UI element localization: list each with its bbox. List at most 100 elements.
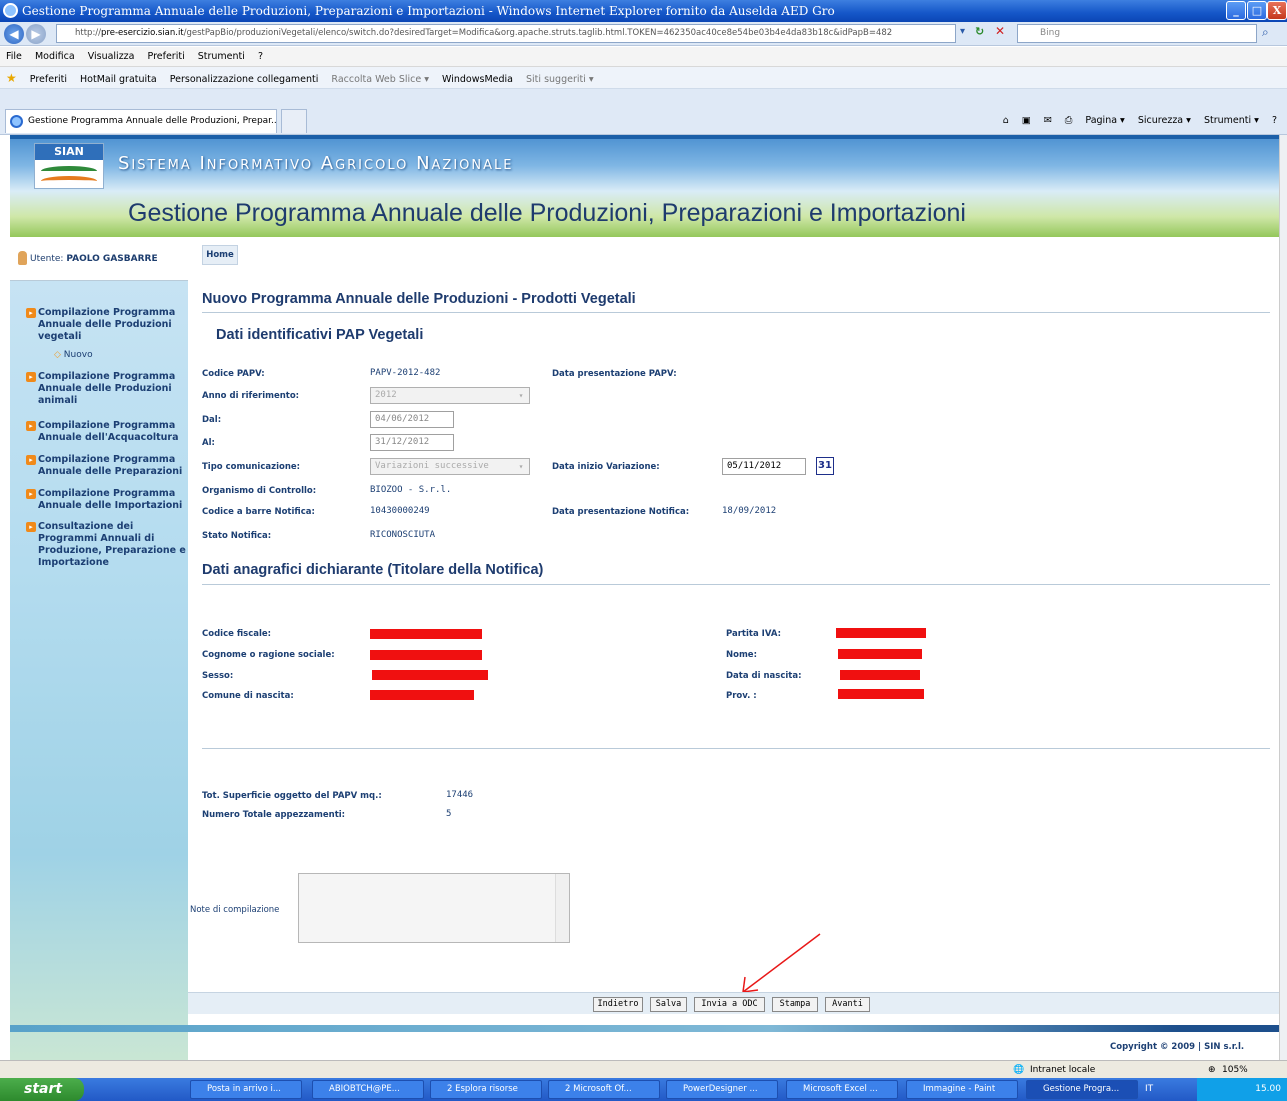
user-box: Utente: PAOLO GASBARRE xyxy=(10,237,188,281)
task-office[interactable]: 2 Microsoft Of... xyxy=(548,1080,660,1099)
start-button[interactable]: start xyxy=(0,1078,84,1101)
help-icon[interactable]: ? xyxy=(1272,115,1277,126)
page-content: SIAN Sistema Informativo Agricolo Nazion… xyxy=(10,135,1279,1060)
favorites-button[interactable]: Preferiti xyxy=(30,74,67,85)
stampa-button[interactable]: Stampa xyxy=(772,997,818,1012)
page-scrollbar[interactable] xyxy=(1279,135,1287,1060)
redaction xyxy=(838,649,922,659)
salva-button[interactable]: Salva xyxy=(650,997,687,1012)
sidebar-item-vegetali[interactable]: ▸ Compilazione Programma Annuale delle Pr… xyxy=(26,307,186,343)
task-powerdesigner[interactable]: PowerDesigner ... xyxy=(666,1080,778,1099)
fav-personalizzazione[interactable]: Personalizzazione collegamenti xyxy=(170,74,319,85)
address-path: /gestPapBio/produzioniVegetali/elenco/sw… xyxy=(183,28,893,38)
task-esplora[interactable]: 2 Esplora risorse xyxy=(430,1080,542,1099)
data-notifica-label: Data presentazione Notifica: xyxy=(552,507,690,517)
feeds-icon[interactable]: ▣ xyxy=(1022,115,1031,126)
task-paint[interactable]: Immagine - Paint xyxy=(906,1080,1018,1099)
address-bar[interactable]: http://pre-esercizio.sian.it/gestPapBio/… xyxy=(56,24,956,43)
favorites-star-icon[interactable]: ★ xyxy=(6,71,17,85)
sidebar-item-preparazioni[interactable]: ▸ Compilazione Programma Annuale delle Pr… xyxy=(26,454,186,478)
arrow-icon: ▸ xyxy=(26,522,36,532)
data-nascita-label: Data di nascita: xyxy=(726,671,802,681)
menu-file[interactable]: File xyxy=(6,51,22,62)
zoom-level[interactable]: 105% xyxy=(1222,1061,1248,1079)
sidebar-item-consultazione[interactable]: ▸ Consultazione dei Programmi Annuali di … xyxy=(26,521,186,569)
section-identificativi: Dati identificativi PAP Vegetali xyxy=(216,327,424,343)
calendar-icon[interactable]: 31 xyxy=(816,457,834,475)
sidebar-item-acquacoltura[interactable]: ▸ Compilazione Programma Annuale dell'Acq… xyxy=(26,420,186,444)
appezzamenti-label: Numero Totale appezzamenti: xyxy=(202,810,346,820)
new-tab-button[interactable] xyxy=(281,109,307,133)
home-icon[interactable]: ⌂ xyxy=(1003,115,1009,126)
anno-select[interactable]: 2012 ▾ xyxy=(370,387,530,404)
address-host: pre-esercizio.sian.it xyxy=(101,28,184,38)
main-area: Home Nuovo Programma Annuale delle Produ… xyxy=(188,237,1279,1060)
data-variazione-label: Data inizio Variazione: xyxy=(552,462,660,472)
task-excel[interactable]: Microsoft Excel ... xyxy=(786,1080,898,1099)
stop-icon[interactable]: ✕ xyxy=(995,24,1005,38)
minimize-button[interactable]: _ xyxy=(1226,1,1246,20)
fav-windowsmedia[interactable]: WindowsMedia xyxy=(442,74,513,85)
mail-icon[interactable]: ✉ xyxy=(1044,115,1052,126)
barre-label: Codice a barre Notifica: xyxy=(202,507,315,517)
address-dropdown-icon[interactable]: ▾ xyxy=(960,26,965,37)
notes-scrollbar[interactable] xyxy=(555,874,569,942)
red-arrow-annotation xyxy=(742,933,821,993)
zoom-icon[interactable]: ⊕ xyxy=(1208,1061,1216,1079)
task-abiobtch[interactable]: ABIOBTCH@PE... xyxy=(312,1080,424,1099)
divider xyxy=(202,312,1270,313)
page-title: Gestione Programma Annuale delle Produzi… xyxy=(128,199,966,227)
refresh-icon[interactable]: ↻ xyxy=(975,25,984,38)
task-posta[interactable]: Posta in arrivo i... xyxy=(190,1080,302,1099)
zone-icon: 🌐 xyxy=(1013,1065,1025,1075)
data-notifica-value: 18/09/2012 xyxy=(722,506,777,516)
address-prefix: http:// xyxy=(75,28,102,38)
avanti-button[interactable]: Avanti xyxy=(825,997,870,1012)
data-variazione-input[interactable]: 05/11/2012 xyxy=(722,458,806,475)
sidebar-item-animali[interactable]: ▸ Compilazione Programma Annuale delle Pr… xyxy=(26,371,186,407)
search-icon[interactable]: ⌕ xyxy=(1262,25,1269,40)
close-button[interactable]: X xyxy=(1267,1,1287,20)
chevron-down-icon: ▾ xyxy=(518,391,524,400)
cmd-pagina[interactable]: Pagina ▾ xyxy=(1085,115,1124,126)
task-gestione[interactable]: Gestione Progra... xyxy=(1026,1080,1138,1099)
cmd-sicurezza[interactable]: Sicurezza ▾ xyxy=(1138,115,1191,126)
cf-label: Codice fiscale: xyxy=(202,629,272,639)
menu-strumenti[interactable]: Strumenti xyxy=(198,51,245,62)
breadcrumb-home[interactable]: Home xyxy=(202,245,238,265)
menu-help[interactable]: ? xyxy=(258,51,263,62)
cognome-label: Cognome o ragione sociale: xyxy=(202,650,335,660)
menu-modifica[interactable]: Modifica xyxy=(35,51,75,62)
notes-textarea[interactable] xyxy=(298,873,570,943)
command-bar: ⌂ ▣ ✉ ⎙ Pagina ▾ Sicurezza ▾ Strumenti ▾… xyxy=(993,111,1277,131)
menu-visualizza[interactable]: Visualizza xyxy=(88,51,135,62)
fav-raccolta[interactable]: Raccolta Web Slice ▾ xyxy=(331,74,429,85)
menu-preferiti[interactable]: Preferiti xyxy=(148,51,185,62)
tipo-label: Tipo comunicazione: xyxy=(202,462,301,472)
sesso-label: Sesso: xyxy=(202,671,234,681)
fav-hotmail[interactable]: HotMail gratuita xyxy=(80,74,157,85)
tab-current[interactable]: Gestione Programma Annuale delle Produzi… xyxy=(5,109,277,133)
fav-siti[interactable]: Siti suggeriti ▾ xyxy=(526,74,594,85)
forward-icon[interactable]: ▶ xyxy=(26,24,46,44)
piva-label: Partita IVA: xyxy=(726,629,781,639)
barre-value: 10430000249 xyxy=(370,506,430,516)
cmd-strumenti[interactable]: Strumenti ▾ xyxy=(1204,115,1259,126)
tipo-select[interactable]: Variazioni successive ▾ xyxy=(370,458,530,475)
system-tray: 15.00 xyxy=(1197,1078,1287,1101)
sidebar-subitem-nuovo[interactable]: ◇ Nuovo xyxy=(54,350,93,360)
back-icon[interactable]: ◀ xyxy=(4,24,24,44)
dal-input[interactable]: 04/06/2012 xyxy=(370,411,454,428)
print-icon[interactable]: ⎙ xyxy=(1065,115,1073,126)
menu-bar: File Modifica Visualizza Preferiti Strum… xyxy=(0,47,1287,67)
al-input[interactable]: 31/12/2012 xyxy=(370,434,454,451)
search-input[interactable]: Bing xyxy=(1017,24,1257,43)
invia-odc-button[interactable]: Invia a ODC xyxy=(694,997,765,1012)
maximize-button[interactable]: □ xyxy=(1247,1,1267,20)
redaction xyxy=(370,650,482,660)
user-prefix: Utente: xyxy=(30,254,64,264)
indietro-button[interactable]: Indietro xyxy=(593,997,643,1012)
sidebar-item-importazioni[interactable]: ▸ Compilazione Programma Annuale delle Im… xyxy=(26,488,186,512)
language-indicator[interactable]: IT xyxy=(1145,1078,1153,1101)
arrow-icon: ▸ xyxy=(26,421,36,431)
